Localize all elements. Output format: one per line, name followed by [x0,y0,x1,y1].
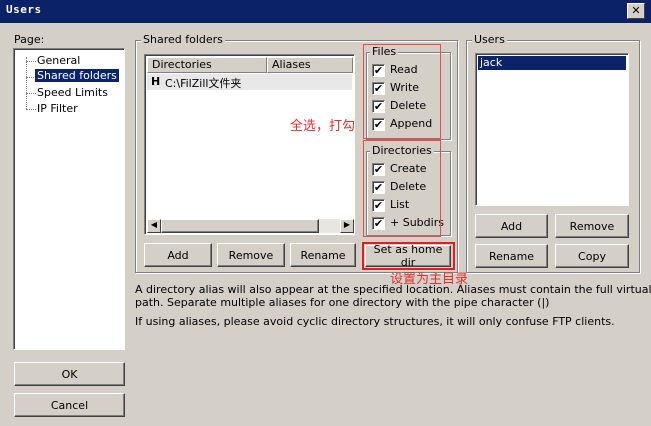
directories-highlight [363,140,441,237]
directory-list[interactable]: Directories Aliases H C:\FilZill文件夹 ◀ ▶ [144,54,355,235]
tree-item-speed-limits[interactable]: Speed Limits [37,86,108,99]
table-row[interactable]: H C:\FilZill文件夹 [147,74,352,90]
close-button[interactable]: ✕ [627,3,645,19]
files-highlight [363,44,441,139]
title-bar: Users ✕ [0,0,651,23]
shared-folders-label: Shared folders [141,33,225,46]
tree-item-shared-folders[interactable]: Shared folders [35,69,119,82]
add-user-button[interactable]: Add [475,214,548,238]
rename-user-button[interactable]: Rename [475,244,548,268]
user-item-jack[interactable]: jack [478,56,626,70]
annotation-select-all: 全选，打勾 [290,119,356,134]
home-flag: H [151,75,161,88]
directory-path: C:\FilZill文件夹 [165,77,242,90]
info-text-2: path. Separate multiple aliases for one … [135,296,550,309]
copy-user-button[interactable]: Copy [555,244,629,268]
page-label: Page: [14,33,45,46]
tree-item-ip-filter[interactable]: IP Filter [37,102,78,115]
info-text-1: A directory alias will also appear at th… [135,283,651,296]
scroll-thumb[interactable] [161,219,319,233]
horizontal-scrollbar[interactable]: ◀ ▶ [147,219,354,233]
users-label: Users [472,33,507,46]
close-icon: ✕ [631,4,641,17]
add-folder-button[interactable]: Add [144,243,212,267]
window-title: Users [6,3,42,16]
page-tree[interactable]: General Shared folders Speed Limits IP F… [13,48,125,350]
remove-user-button[interactable]: Remove [555,214,629,238]
remove-folder-button[interactable]: Remove [217,243,285,267]
cancel-button[interactable]: Cancel [14,393,125,417]
info-text-3: If using aliases, please avoid cyclic di… [135,315,615,328]
column-header-aliases[interactable]: Aliases [267,57,353,73]
column-header-directories[interactable]: Directories [147,57,267,73]
rename-folder-button[interactable]: Rename [290,243,356,267]
users-list[interactable]: jack [475,53,629,206]
scroll-right-icon[interactable]: ▶ [340,219,354,233]
ok-button[interactable]: OK [14,362,125,386]
tree-item-general[interactable]: General [37,54,80,67]
set-home-highlight [362,242,455,270]
scroll-left-icon[interactable]: ◀ [147,219,161,233]
